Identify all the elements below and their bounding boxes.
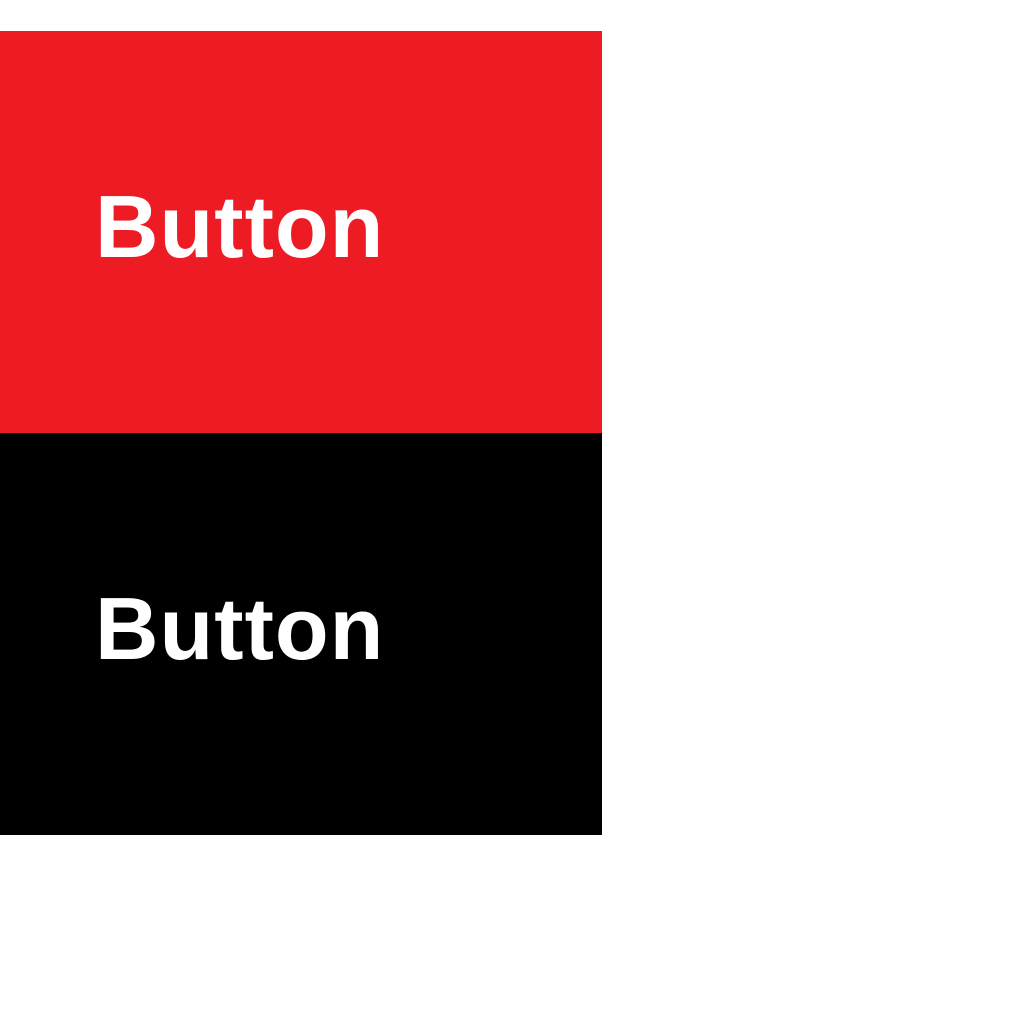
black-button-label: Button xyxy=(95,579,385,678)
red-button[interactable]: Button xyxy=(0,31,602,433)
red-button-label: Button xyxy=(95,177,385,276)
black-button[interactable]: Button xyxy=(0,433,602,835)
canvas: Button Button xyxy=(0,0,1024,1024)
